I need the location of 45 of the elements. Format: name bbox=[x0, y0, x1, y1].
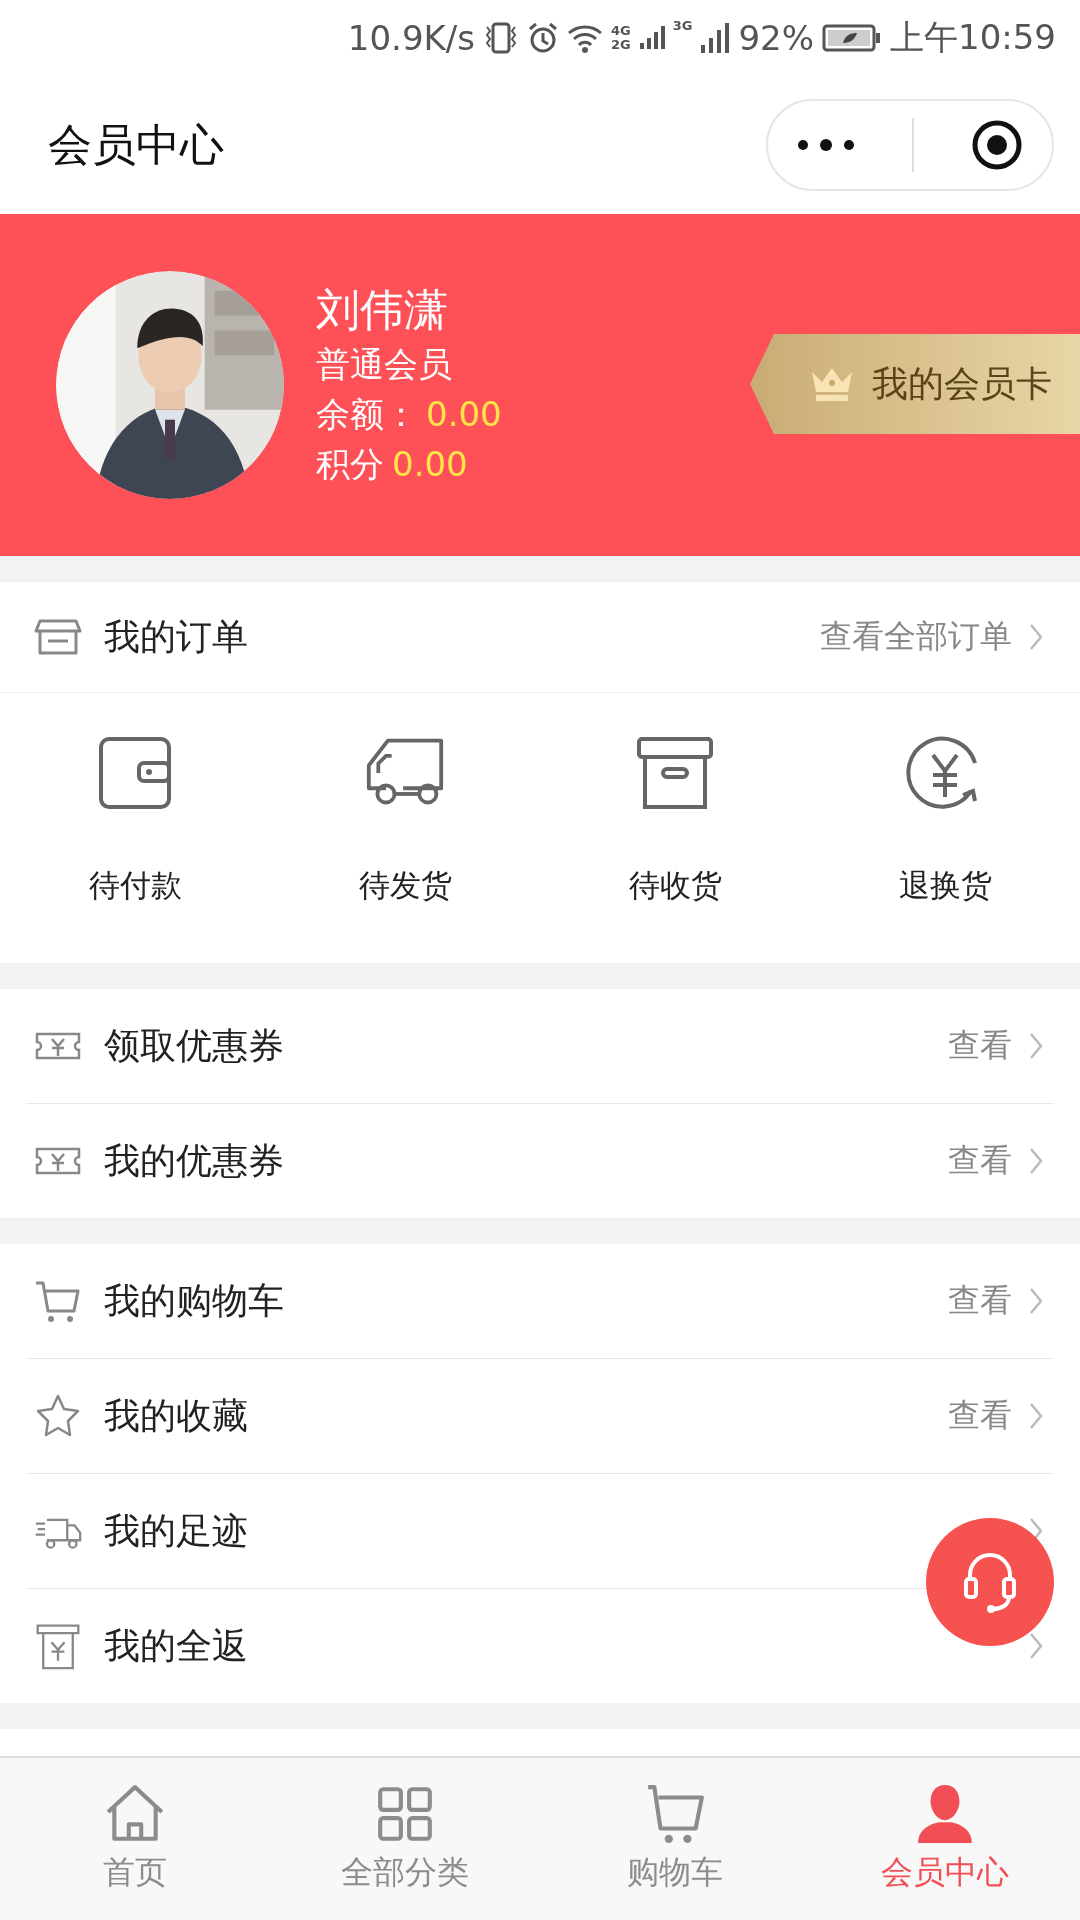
crown-icon bbox=[810, 366, 854, 402]
network-speed: 10.9K/s bbox=[347, 18, 475, 58]
view-link[interactable]: 查看 bbox=[948, 1139, 1012, 1183]
order-status-label[interactable]: 待收货 bbox=[628, 865, 722, 907]
order-status-label[interactable]: 待发货 bbox=[358, 865, 452, 907]
menu-item-label[interactable]: 领取优惠券 bbox=[104, 1021, 284, 1071]
yen-receipt-icon bbox=[34, 1622, 82, 1670]
section-title: 我的订单 bbox=[104, 614, 248, 659]
chevron-icon bbox=[1028, 622, 1044, 652]
order-status-label[interactable]: 待付款 bbox=[88, 865, 182, 907]
member-level: 普通会员 bbox=[316, 343, 453, 386]
vibrate-icon bbox=[483, 21, 519, 55]
more-icon[interactable] bbox=[796, 138, 856, 152]
chevron-icon bbox=[1028, 1401, 1044, 1431]
wifi-icon bbox=[567, 23, 603, 53]
balance-value: 0.00 bbox=[426, 393, 502, 436]
balance-label: 余额： bbox=[316, 393, 418, 436]
view-link[interactable]: 查看 bbox=[948, 1024, 1012, 1068]
view-link[interactable]: 查看 bbox=[948, 1279, 1012, 1323]
chevron-icon bbox=[1028, 1631, 1044, 1661]
chevron-icon bbox=[1028, 1146, 1044, 1176]
clock: 上午10:59 bbox=[890, 16, 1056, 59]
network-label: 2G bbox=[611, 38, 631, 52]
menu-item-label[interactable]: 我的优惠券 bbox=[104, 1136, 284, 1186]
view-all-orders-link[interactable]: 查看全部订单 bbox=[820, 615, 1012, 659]
menu-item-label[interactable]: 我的足迹 bbox=[104, 1506, 248, 1556]
user-name: 刘伟潇 bbox=[316, 283, 449, 337]
chevron-icon bbox=[1028, 1031, 1044, 1061]
points-value: 0.00 bbox=[392, 443, 468, 486]
chevron-icon bbox=[1028, 1286, 1044, 1316]
menu-item-label[interactable]: 我的全返 bbox=[104, 1621, 248, 1671]
alarm-icon bbox=[527, 21, 559, 55]
network-label: 4G bbox=[611, 24, 631, 38]
order-status-label[interactable]: 退换货 bbox=[898, 865, 992, 907]
battery-percent: 92% bbox=[738, 18, 814, 58]
close-icon[interactable] bbox=[970, 118, 1024, 172]
view-link[interactable]: 查看 bbox=[948, 1394, 1012, 1438]
menu-item-label[interactable]: 我的收藏 bbox=[104, 1391, 248, 1441]
points-label: 积分 bbox=[316, 443, 384, 486]
page-title: 会员中心 bbox=[48, 117, 225, 172]
menu-item-label[interactable]: 我的购物车 bbox=[104, 1276, 284, 1326]
network-label: 3G bbox=[672, 18, 693, 33]
battery-icon bbox=[822, 23, 882, 53]
member-card-button[interactable]: 我的会员卡 bbox=[750, 334, 1080, 434]
signal-icon bbox=[700, 21, 731, 55]
